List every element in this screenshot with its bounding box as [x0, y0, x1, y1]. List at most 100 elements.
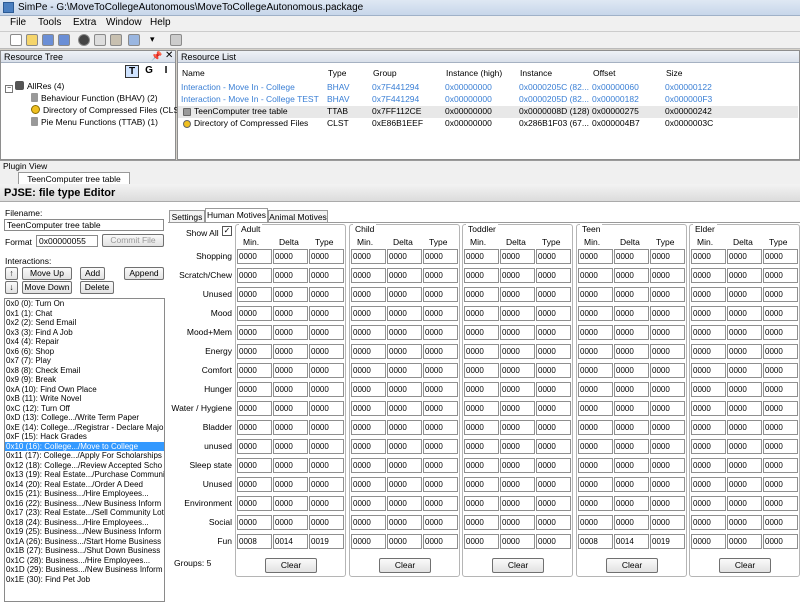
list-item[interactable]: 0x0 (0): Turn On: [5, 299, 164, 309]
motive-cell[interactable]: 0000: [536, 268, 571, 283]
motive-cell[interactable]: 0000: [309, 363, 344, 378]
motive-cell[interactable]: 0000: [727, 534, 762, 549]
motive-cell[interactable]: 0000: [464, 325, 499, 340]
motive-cell[interactable]: 0000: [650, 496, 685, 511]
motive-cell[interactable]: 0000: [727, 420, 762, 435]
motive-cell[interactable]: 0000: [578, 382, 613, 397]
move-up-button[interactable]: Move Up: [22, 267, 72, 280]
motive-cell[interactable]: 0000: [536, 534, 571, 549]
motive-cell[interactable]: 0000: [273, 306, 308, 321]
motive-cell[interactable]: 0000: [387, 325, 422, 340]
motive-cell[interactable]: 0000: [578, 249, 613, 264]
motive-cell[interactable]: 0000: [536, 458, 571, 473]
motive-cell[interactable]: 0000: [237, 306, 272, 321]
motive-cell[interactable]: 0000: [691, 382, 726, 397]
motive-cell[interactable]: 0000: [309, 496, 344, 511]
motive-cell[interactable]: 0000: [273, 249, 308, 264]
motive-cell[interactable]: 0000: [237, 439, 272, 454]
new-file-icon[interactable]: [10, 34, 22, 46]
motive-cell[interactable]: 0000: [387, 458, 422, 473]
motive-cell[interactable]: 0000: [351, 401, 386, 416]
motive-cell[interactable]: 0000: [309, 477, 344, 492]
motive-cell[interactable]: 0000: [423, 420, 458, 435]
motive-cell[interactable]: 0000: [650, 249, 685, 264]
motive-cell[interactable]: 0000: [763, 458, 798, 473]
motive-cell[interactable]: 0000: [351, 515, 386, 530]
motive-cell[interactable]: 0000: [763, 515, 798, 530]
motive-cell[interactable]: 0000: [351, 344, 386, 359]
motive-cell[interactable]: 0000: [536, 382, 571, 397]
motive-cell[interactable]: 0000: [423, 382, 458, 397]
motive-cell[interactable]: 0000: [614, 439, 649, 454]
format-input[interactable]: 0x00000055: [36, 235, 98, 247]
motive-cell[interactable]: 0000: [763, 401, 798, 416]
move-down-icon[interactable]: ↓: [5, 281, 18, 294]
motive-cell[interactable]: 0000: [423, 287, 458, 302]
motive-cell[interactable]: 0000: [309, 268, 344, 283]
motive-cell[interactable]: 0000: [464, 420, 499, 435]
motive-cell[interactable]: 0000: [763, 249, 798, 264]
tree-item-bhav[interactable]: Behaviour Function (BHAV) (2): [31, 93, 158, 103]
menu-tools[interactable]: Tools: [38, 17, 61, 28]
motive-cell[interactable]: 0000: [309, 287, 344, 302]
motive-cell[interactable]: 0000: [500, 382, 535, 397]
motive-cell[interactable]: 0000: [614, 401, 649, 416]
motive-cell[interactable]: 0000: [650, 287, 685, 302]
motive-cell[interactable]: 0000: [650, 325, 685, 340]
motive-cell[interactable]: 0000: [423, 458, 458, 473]
motive-cell[interactable]: 0000: [273, 439, 308, 454]
motive-cell[interactable]: 0000: [387, 306, 422, 321]
motive-cell[interactable]: 0000: [464, 496, 499, 511]
motive-cell[interactable]: 0000: [691, 344, 726, 359]
motive-cell[interactable]: 0000: [691, 458, 726, 473]
motive-cell[interactable]: 0000: [351, 325, 386, 340]
col-name[interactable]: Name: [182, 68, 205, 78]
motive-cell[interactable]: 0000: [650, 382, 685, 397]
list-item[interactable]: 0x1B (27): Business.../Shut Down Busines…: [5, 546, 164, 556]
motive-cell[interactable]: 0000: [464, 477, 499, 492]
list-item[interactable]: 0x1 (1): Chat: [5, 309, 164, 319]
list-item[interactable]: 0x1E (30): Find Pet Job: [5, 575, 164, 585]
motive-cell[interactable]: 0000: [500, 458, 535, 473]
motive-cell[interactable]: 0000: [237, 458, 272, 473]
motive-cell[interactable]: 0000: [727, 401, 762, 416]
motive-cell[interactable]: 0000: [237, 325, 272, 340]
list-item[interactable]: 0x8 (8): Check Email: [5, 366, 164, 376]
motive-cell[interactable]: 0000: [387, 534, 422, 549]
motive-cell[interactable]: 0000: [650, 344, 685, 359]
motive-cell[interactable]: 0000: [423, 268, 458, 283]
motive-cell[interactable]: 0000: [763, 496, 798, 511]
motive-cell[interactable]: 0000: [500, 496, 535, 511]
settings-icon[interactable]: [110, 34, 122, 46]
motive-cell[interactable]: 0000: [727, 515, 762, 530]
motive-cell[interactable]: 0000: [273, 363, 308, 378]
list-item[interactable]: 0x1D (29): Business.../New Business Info…: [5, 565, 164, 575]
save-icon[interactable]: [42, 34, 54, 46]
motive-cell[interactable]: 0000: [309, 401, 344, 416]
list-item[interactable]: 0x12 (18): College.../Review Accepted Sc…: [5, 461, 164, 471]
motive-cell[interactable]: 0000: [763, 344, 798, 359]
motive-cell[interactable]: 0019: [309, 534, 344, 549]
tree-instance-button[interactable]: I: [159, 65, 173, 78]
list-item[interactable]: 0xE (14): College.../Registrar - Declare…: [5, 423, 164, 433]
motive-cell[interactable]: 0000: [464, 363, 499, 378]
list-item[interactable]: 0x17 (23): Real Estate.../Sell Community…: [5, 508, 164, 518]
motive-cell[interactable]: 0000: [763, 477, 798, 492]
motive-cell[interactable]: 0000: [309, 325, 344, 340]
motive-cell[interactable]: 0000: [578, 268, 613, 283]
commit-file-button[interactable]: Commit File: [102, 234, 164, 247]
tree-item-allres[interactable]: − AllRes (4): [5, 81, 64, 93]
motive-cell[interactable]: 0000: [351, 496, 386, 511]
motive-cell[interactable]: 0000: [727, 458, 762, 473]
motive-cell[interactable]: 0000: [464, 306, 499, 321]
motive-cell[interactable]: 0000: [691, 439, 726, 454]
motive-cell[interactable]: 0000: [578, 325, 613, 340]
motive-cell[interactable]: 0000: [691, 268, 726, 283]
motive-cell[interactable]: 0000: [237, 515, 272, 530]
motive-cell[interactable]: 0000: [763, 382, 798, 397]
motive-cell[interactable]: 0000: [727, 268, 762, 283]
col-offset[interactable]: Offset: [593, 68, 616, 78]
motive-cell[interactable]: 0000: [614, 515, 649, 530]
motive-cell[interactable]: 0000: [650, 458, 685, 473]
list-item[interactable]: 0xB (11): Write Novel: [5, 394, 164, 404]
